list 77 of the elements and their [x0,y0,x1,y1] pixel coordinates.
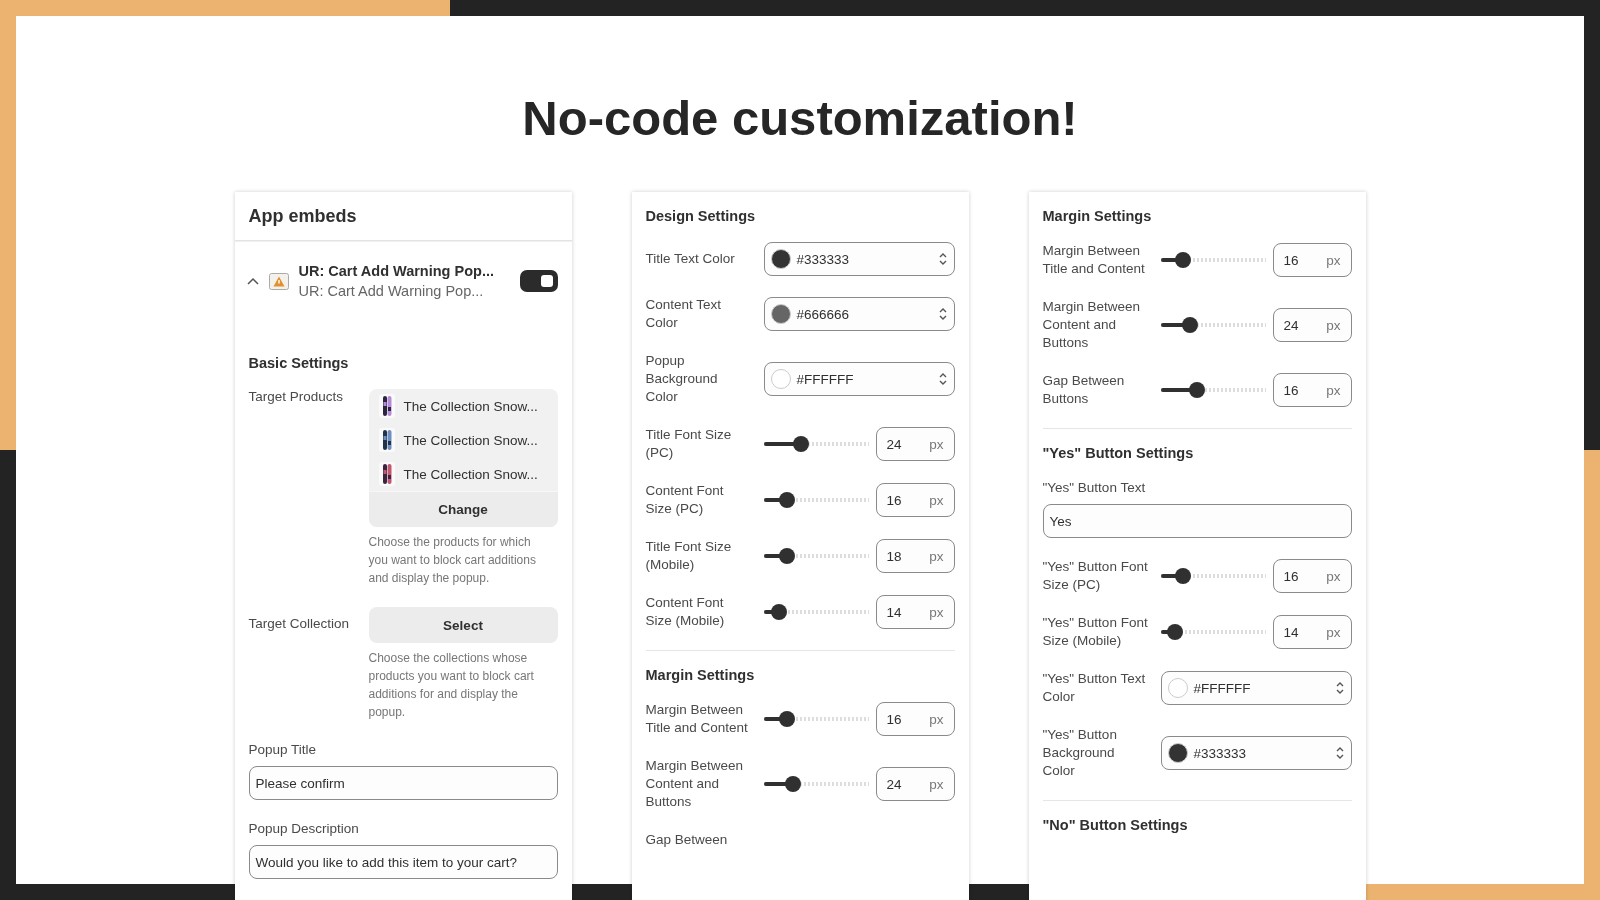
number-field[interactable]: 16 px [875,483,955,517]
field-label: Content Text Color [645,296,723,332]
slider-thumb[interactable] [1167,624,1184,640]
number-field[interactable]: 24 px [1272,308,1352,342]
panel-title: App embeds [234,192,572,241]
product-name[interactable]: The Collection Snow... [403,432,538,448]
slider-thumb[interactable] [1174,252,1191,268]
toggle-switch[interactable] [519,270,558,292]
slider-thumb[interactable] [778,548,795,564]
slider-thumb[interactable] [1174,568,1191,584]
section-heading: Margin Settings [1042,208,1153,224]
number-field[interactable]: 16 px [1272,373,1352,407]
section-heading: Basic Settings [248,355,350,371]
chevron-icon [937,306,948,322]
section-heading: Margin Settings [645,667,756,683]
field-label: Gap Between Buttons [1042,372,1126,408]
field-label: "Yes" Button Text [1042,479,1147,497]
color-select[interactable]: #FFFFFF [1160,671,1352,705]
embed-title: UR: Cart Add Warning Pop... [298,263,495,279]
color-select[interactable]: #333333 [763,242,955,276]
section-heading: "Yes" Button Settings [1042,445,1195,461]
number-field[interactable]: 14 px [1272,615,1352,649]
number-field[interactable]: 24 px [875,767,955,801]
slider-thumb[interactable] [778,492,795,508]
slider-thumb[interactable] [793,436,810,452]
slider-thumb[interactable] [778,711,795,727]
warning-icon [268,272,289,290]
text-field[interactable]: Would you like to add this item to your cart? [248,845,558,879]
slider-thumb[interactable] [771,604,788,620]
embed-subtitle: UR: Cart Add Warning Pop... [298,283,485,299]
field-label: Margin Between Title and Content [645,701,749,737]
field-label: Target Collection [248,615,351,631]
slider-thumb[interactable] [1189,382,1206,398]
field-label: Popup Description [248,820,360,838]
chevron-icon [937,251,948,267]
slider-thumb[interactable] [1181,317,1198,333]
number-field[interactable]: 18 px [875,539,955,573]
select-button[interactable]: Select [368,607,558,643]
chevron-up-icon[interactable] [246,277,259,285]
text-field[interactable]: Please confirm [248,766,558,800]
section-heading: Design Settings [645,208,757,224]
field-label: "Yes" Button Font Size (PC) [1042,558,1149,594]
field-label: "Yes" Button Text Color [1042,670,1147,706]
field-label: Margin Between Title and Content [1042,242,1146,278]
field-label: Title Font Size (Mobile) [645,538,733,574]
page-heading: No-code customization! [522,90,1078,147]
product-name[interactable]: The Collection Snow... [403,398,538,414]
number-field[interactable]: 16 px [1272,559,1352,593]
field-label: Content Font Size (PC) [645,482,725,518]
field-label: Margin Between Content and Buttons [1042,298,1142,352]
number-field[interactable]: 16 px [1272,243,1352,277]
field-label: Content Font Size (Mobile) [645,594,726,630]
help-text: Choose the collections whose products you want to block cart additions for and display the popup. [368,650,535,721]
color-select[interactable]: #333333 [1160,736,1352,770]
product-name[interactable]: The Collection Snow... [403,466,538,482]
field-label: Title Font Size (PC) [645,426,733,462]
field-label: Title Text Color [645,250,736,268]
change-button[interactable]: Change [368,491,558,527]
help-text: Choose the products for which you want to block cart additions and display the popup. [368,534,537,587]
section-heading: "No" Button Settings [1042,817,1189,833]
field-label: Popup Title [248,741,318,759]
color-select[interactable]: #FFFFFF [763,362,955,396]
number-field[interactable]: 16 px [875,702,955,736]
number-field[interactable]: 14 px [875,595,955,629]
chevron-icon [1334,745,1345,761]
field-label: Popup Background Color [645,352,719,406]
field-label: Gap Between [645,831,729,849]
field-label: "Yes" Button Background Color [1042,726,1118,780]
slider-thumb[interactable] [784,776,801,792]
field-label: Margin Between Content and Buttons [645,757,745,811]
chevron-icon [1334,680,1345,696]
field-label: "Yes" Button Font Size (Mobile) [1042,614,1149,650]
chevron-icon [937,371,948,387]
color-select[interactable]: #666666 [763,297,955,331]
field-label: Target Products [248,389,345,404]
text-field[interactable]: Yes [1042,504,1352,538]
number-field[interactable]: 24 px [875,427,955,461]
